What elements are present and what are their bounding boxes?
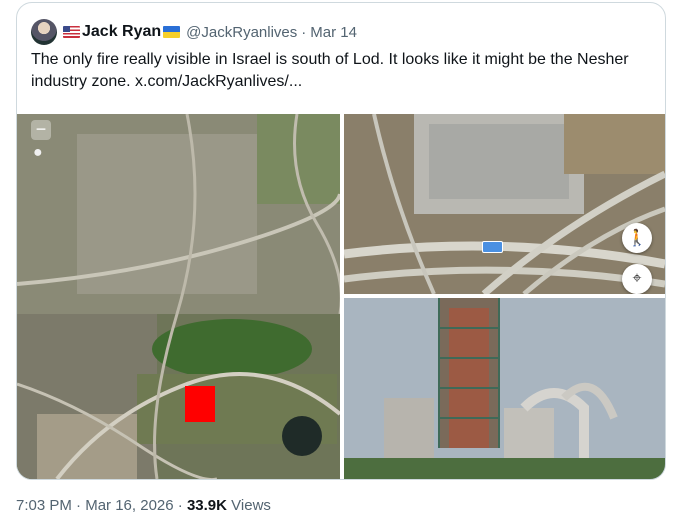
tweet-header: Jack Ryan @JackRyanlives · Mar 14 bbox=[31, 19, 357, 45]
industrial-plant-image[interactable] bbox=[344, 298, 665, 479]
avatar[interactable] bbox=[31, 19, 57, 45]
post-full-date[interactable]: Mar 16, 2026 bbox=[85, 497, 173, 514]
views-count: 33.9K bbox=[186, 497, 227, 514]
aerial-interchange-image[interactable]: 🚶 ⌖ bbox=[344, 114, 665, 294]
footer-separator-1: · bbox=[76, 497, 82, 514]
pegman-icon[interactable]: 🚶 bbox=[622, 223, 652, 253]
road-sign-icon bbox=[482, 241, 503, 253]
ukraine-flag-icon bbox=[163, 26, 181, 38]
author-handle[interactable]: @JackRyanlives bbox=[186, 24, 297, 41]
post-date[interactable]: Mar 14 bbox=[310, 24, 357, 41]
fire-location-marker bbox=[185, 386, 215, 422]
tweet-card[interactable]: Jack Ryan @JackRyanlives · Mar 14 The on… bbox=[16, 2, 666, 480]
meta-separator: · bbox=[301, 23, 307, 41]
tweet-text: The only fire really visible in Israel i… bbox=[31, 51, 629, 90]
author-name[interactable]: Jack Ryan bbox=[82, 23, 161, 41]
satellite-map-image[interactable]: − ● bbox=[17, 114, 340, 479]
locate-icon[interactable]: ⌖ bbox=[622, 264, 652, 294]
us-flag-icon bbox=[63, 26, 80, 38]
zoom-out-button[interactable]: − bbox=[31, 120, 51, 140]
post-time[interactable]: 7:03 PM bbox=[16, 497, 72, 514]
tweet-footer: 7:03 PM · Mar 16, 2026 · 33.9K Views bbox=[16, 497, 271, 514]
views-label: Views bbox=[231, 497, 271, 514]
footer-separator-2: · bbox=[177, 497, 183, 514]
map-pin-icon: ● bbox=[33, 144, 43, 161]
media-grid: − ● 🚶 ⌖ bbox=[17, 114, 665, 479]
